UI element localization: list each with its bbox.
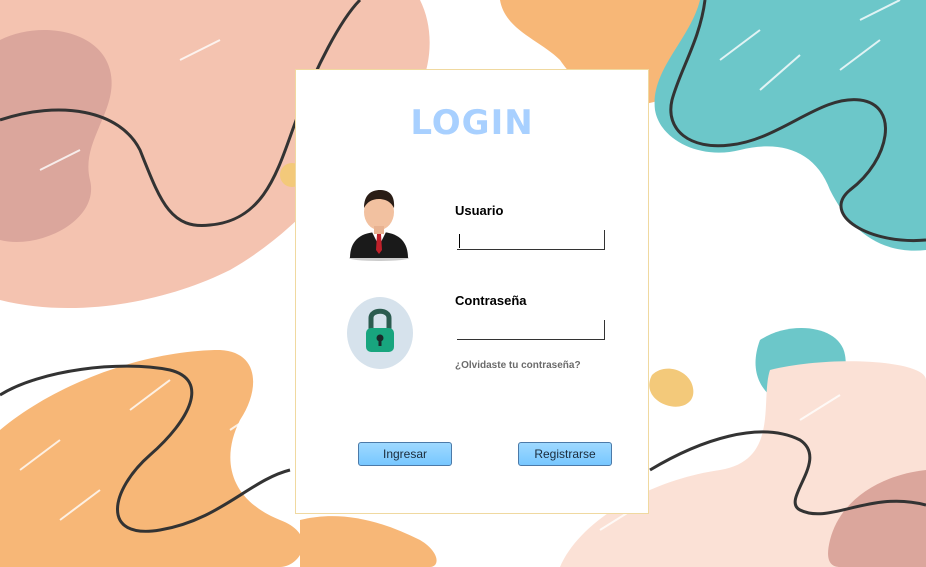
login-button[interactable]: Ingresar <box>358 442 452 466</box>
forgot-password-link[interactable]: ¿Olvidaste tu contraseña? <box>455 360 581 371</box>
login-panel: LOGIN Usuario Contraseña ¿Olvidaste tu c… <box>295 69 649 514</box>
user-field[interactable] <box>457 230 605 250</box>
text-caret <box>459 234 460 248</box>
login-title: LOGIN <box>410 103 534 143</box>
businessman-icon <box>349 190 409 261</box>
password-label: Contraseña <box>455 293 527 308</box>
register-button[interactable]: Registrarse <box>518 442 612 466</box>
padlock-icon <box>347 297 413 369</box>
orange-bottom-blob <box>0 350 304 567</box>
password-field[interactable] <box>457 320 605 340</box>
user-label: Usuario <box>455 203 504 218</box>
yellow-blob <box>649 368 694 407</box>
orange-bottom-blob-2 <box>300 516 437 567</box>
